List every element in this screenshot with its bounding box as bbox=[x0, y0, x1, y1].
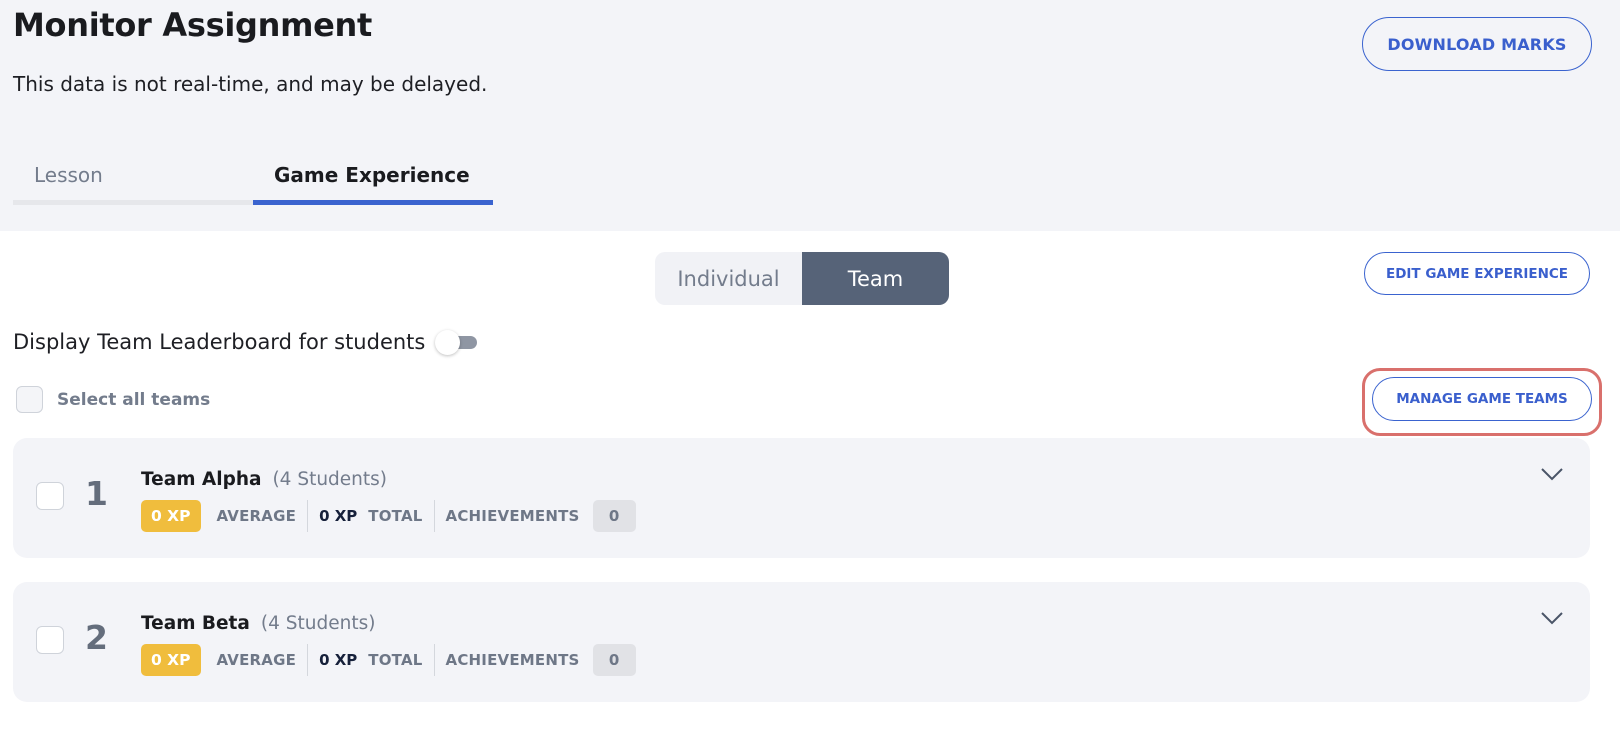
achievements-label: ACHIEVEMENTS bbox=[445, 507, 580, 525]
main-content: Individual Team EDIT GAME EXPERIENCE Dis… bbox=[0, 231, 1620, 740]
total-xp: 0 XP bbox=[319, 507, 358, 525]
select-all-checkbox[interactable] bbox=[16, 386, 43, 413]
team-card[interactable]: 1 Team Alpha (4 Students) 0 XP AVERAGE 0… bbox=[13, 438, 1590, 558]
team-name: Team Beta bbox=[141, 613, 250, 634]
team-rank: 1 bbox=[85, 474, 108, 513]
total-xp: 0 XP bbox=[319, 651, 358, 669]
view-individual-option[interactable]: Individual bbox=[655, 252, 802, 305]
chevron-down-icon[interactable] bbox=[1540, 611, 1564, 625]
team-title: Team Beta (4 Students) bbox=[141, 613, 375, 634]
team-rank: 2 bbox=[85, 618, 108, 657]
team-checkbox[interactable] bbox=[36, 482, 64, 510]
achievements-count: 0 bbox=[592, 644, 636, 676]
tab-bar: Lesson Game Experience bbox=[13, 155, 494, 205]
leaderboard-toggle[interactable] bbox=[435, 329, 478, 355]
select-all-label: Select all teams bbox=[57, 389, 211, 410]
achievements-label: ACHIEVEMENTS bbox=[445, 651, 580, 669]
manage-game-teams-button[interactable]: MANAGE GAME TEAMS bbox=[1372, 377, 1592, 421]
view-toggle: Individual Team bbox=[655, 252, 949, 305]
chevron-down-icon[interactable] bbox=[1540, 467, 1564, 481]
leaderboard-label: Display Team Leaderboard for students bbox=[13, 330, 426, 354]
team-student-count: (4 Students) bbox=[272, 469, 388, 490]
average-label: AVERAGE bbox=[216, 507, 297, 525]
team-title: Team Alpha (4 Students) bbox=[141, 469, 387, 490]
toggle-knob bbox=[435, 330, 461, 355]
tab-lesson-label: Lesson bbox=[34, 163, 103, 187]
team-card[interactable]: 2 Team Beta (4 Students) 0 XP AVERAGE 0 … bbox=[13, 582, 1590, 702]
team-name: Team Alpha bbox=[141, 469, 262, 490]
edit-game-experience-button[interactable]: EDIT GAME EXPERIENCE bbox=[1364, 252, 1590, 295]
page-header: Monitor Assignment This data is not real… bbox=[0, 0, 1620, 231]
download-marks-button[interactable]: DOWNLOAD MARKS bbox=[1362, 17, 1592, 71]
average-xp-badge: 0 XP bbox=[141, 644, 201, 676]
divider bbox=[307, 500, 309, 532]
total-label: TOTAL bbox=[368, 507, 423, 525]
select-all-teams: Select all teams bbox=[16, 386, 210, 413]
tab-game-experience-label: Game Experience bbox=[274, 163, 470, 187]
tab-lesson[interactable]: Lesson bbox=[13, 155, 253, 205]
average-xp-badge: 0 XP bbox=[141, 500, 201, 532]
divider bbox=[433, 644, 435, 676]
tab-game-experience[interactable]: Game Experience bbox=[253, 155, 493, 205]
team-checkbox[interactable] bbox=[36, 626, 64, 654]
achievements-count: 0 bbox=[592, 500, 636, 532]
page-title: Monitor Assignment bbox=[13, 6, 373, 44]
divider bbox=[433, 500, 435, 532]
team-stats: 0 XP AVERAGE 0 XP TOTAL ACHIEVEMENTS 0 bbox=[141, 644, 636, 676]
total-label: TOTAL bbox=[368, 651, 423, 669]
average-label: AVERAGE bbox=[216, 651, 297, 669]
leaderboard-setting: Display Team Leaderboard for students bbox=[13, 329, 478, 355]
view-team-option[interactable]: Team bbox=[802, 252, 949, 305]
team-stats: 0 XP AVERAGE 0 XP TOTAL ACHIEVEMENTS 0 bbox=[141, 500, 636, 532]
divider bbox=[307, 644, 309, 676]
team-student-count: (4 Students) bbox=[260, 613, 376, 634]
data-delay-notice: This data is not real-time, and may be d… bbox=[13, 72, 488, 96]
